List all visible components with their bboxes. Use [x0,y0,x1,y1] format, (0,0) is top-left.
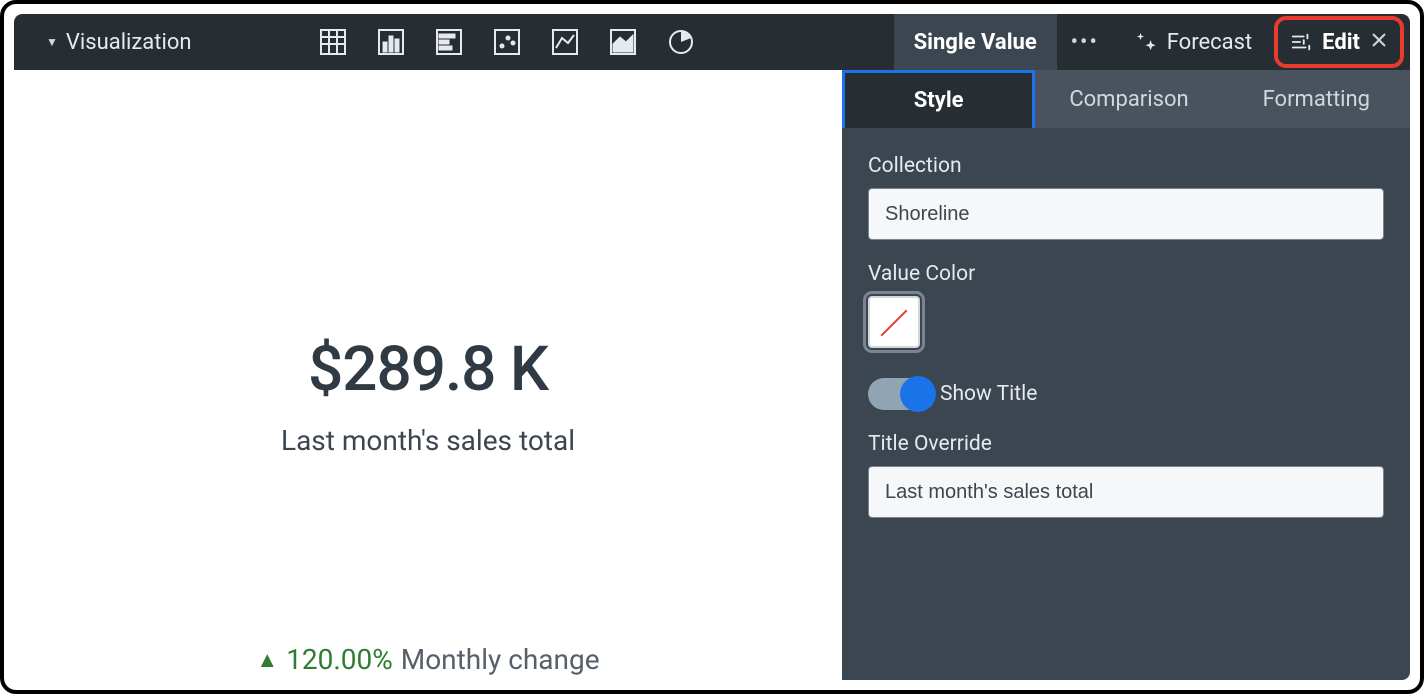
panel-tabs: Style Comparison Formatting [842,70,1410,128]
tab-style[interactable]: Style [842,70,1035,128]
value-color-swatch[interactable] [868,296,920,348]
title-override-label: Title Override [868,432,1384,456]
comparison-pct: 120.00% [286,643,393,676]
collection-label: Collection [868,154,1384,178]
tune-icon[interactable] [1290,31,1312,53]
visualization-dropdown[interactable]: ▼ Visualization [14,30,214,55]
visualization-label: Visualization [66,30,192,55]
column-chart-icon[interactable] [376,27,406,57]
collection-select[interactable] [868,188,1384,240]
sparkle-icon [1135,31,1157,53]
value-color-label: Value Color [868,262,1384,286]
title-override-input[interactable] [868,466,1384,518]
comparison-row: ▲ 120.00% Monthly change [256,643,599,676]
viz-type-icons [274,27,696,57]
table-icon[interactable] [318,27,348,57]
visualization-toolbar: ▼ Visualization [14,14,1410,70]
comparison-label: Monthly change [401,643,600,676]
ellipsis-icon: ••• [1071,30,1099,55]
tab-comparison-label: Comparison [1069,87,1188,112]
single-value-label: Single Value [914,30,1037,55]
scatter-chart-icon[interactable] [492,27,522,57]
forecast-button[interactable]: Forecast [1113,30,1274,55]
bar-chart-icon[interactable] [434,27,464,57]
single-value-number: $289.8 K [308,333,548,406]
close-icon[interactable] [1370,31,1388,53]
single-value-preview: $289.8 K Last month's sales total ▲ 120.… [14,70,842,680]
show-title-toggle[interactable] [868,378,934,410]
up-triangle-icon: ▲ [256,647,278,673]
edit-side-panel: Style Comparison Formatting Collection [842,70,1410,680]
forecast-label: Forecast [1167,30,1252,55]
tab-formatting[interactable]: Formatting [1223,70,1410,128]
single-value-title: Last month's sales total [281,424,575,457]
tab-formatting-label: Formatting [1263,87,1370,112]
pie-chart-icon[interactable] [666,27,696,57]
edit-label[interactable]: Edit [1322,30,1360,55]
more-viz-types-button[interactable]: ••• [1057,14,1113,70]
tab-comparison[interactable]: Comparison [1035,70,1222,128]
single-value-tab[interactable]: Single Value [894,14,1057,70]
show-title-label: Show Title [940,382,1037,406]
tab-style-label: Style [914,88,964,113]
line-chart-icon[interactable] [550,27,580,57]
area-chart-icon[interactable] [608,27,638,57]
edit-button-highlight: Edit [1274,16,1404,68]
caret-down-icon: ▼ [46,35,58,49]
